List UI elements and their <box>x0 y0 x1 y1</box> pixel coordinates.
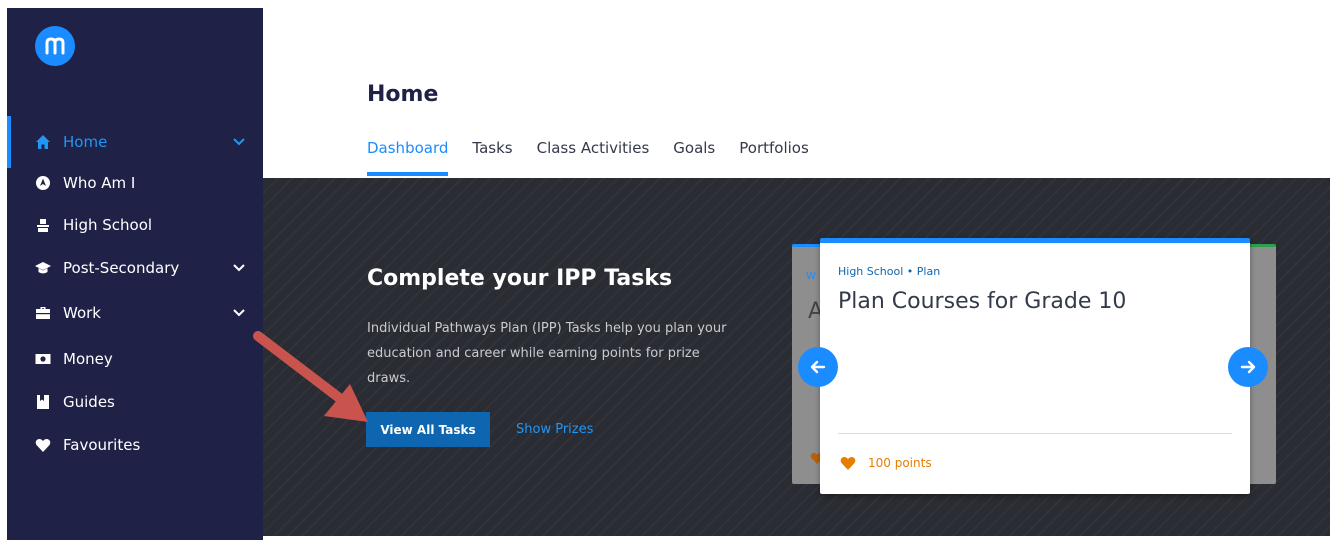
hero-description: Individual Pathways Plan (IPP) Tasks hel… <box>367 321 727 386</box>
chevron-down-icon[interactable] <box>233 136 245 148</box>
tab-dashboard[interactable]: Dashboard <box>367 139 449 179</box>
active-indicator <box>7 116 11 168</box>
show-prizes-link[interactable]: Show Prizes <box>516 422 593 437</box>
graduation-cap-icon <box>35 260 51 276</box>
tab-portfolios[interactable]: Portfolios <box>739 139 809 179</box>
sidebar-item-home[interactable]: Home <box>35 130 107 154</box>
card-title: Plan Courses for Grade 10 <box>838 289 1127 314</box>
card-points: 100 points <box>840 456 932 470</box>
sidebar-item-guides[interactable]: Guides <box>35 390 115 414</box>
sidebar-item-label: Work <box>63 304 101 322</box>
sidebar-item-label: High School <box>63 216 153 234</box>
carousel-prev-button[interactable] <box>798 347 838 387</box>
card-divider <box>838 433 1232 434</box>
tab-class-activities[interactable]: Class Activities <box>537 139 650 179</box>
sidebar-item-favourites[interactable]: Favourites <box>35 433 140 457</box>
tab-goals[interactable]: Goals <box>673 139 715 179</box>
task-card[interactable]: High School • Plan Plan Courses for Grad… <box>820 238 1250 494</box>
chevron-down-icon[interactable] <box>233 262 245 274</box>
home-icon <box>35 134 51 150</box>
compass-icon <box>35 175 51 191</box>
view-all-tasks-button[interactable]: View All Tasks <box>366 412 490 447</box>
briefcase-icon <box>35 305 51 321</box>
sidebar-item-who-am-i[interactable]: Who Am I <box>35 171 135 195</box>
annotation-arrow <box>253 331 368 422</box>
sidebar-item-label: Who Am I <box>63 174 136 192</box>
book-icon <box>35 394 51 410</box>
heart-icon <box>840 456 856 470</box>
sidebar: Home Who Am I High School Post-Secondary… <box>7 8 263 540</box>
logo-icon <box>45 37 65 55</box>
logo[interactable] <box>35 26 75 66</box>
tab-tasks[interactable]: Tasks <box>472 139 512 179</box>
points-label: 100 points <box>868 456 932 470</box>
sidebar-item-label: Post-Secondary <box>63 259 180 277</box>
hero-title: Complete your IPP Tasks <box>367 266 673 291</box>
sidebar-item-money[interactable]: Money <box>35 347 113 371</box>
card-category: W <box>806 271 816 282</box>
arrow-right-icon <box>1240 360 1256 374</box>
sidebar-item-label: Home <box>63 133 108 151</box>
sidebar-item-label: Guides <box>63 393 115 411</box>
arrow-left-icon <box>810 360 826 374</box>
chevron-down-icon[interactable] <box>233 307 245 319</box>
sidebar-item-post-secondary[interactable]: Post-Secondary <box>35 256 179 280</box>
sidebar-item-work[interactable]: Work <box>35 301 101 325</box>
sidebar-item-label: Favourites <box>63 436 141 454</box>
carousel-next-button[interactable] <box>1228 347 1268 387</box>
sidebar-item-high-school[interactable]: High School <box>35 213 152 237</box>
money-icon <box>35 351 51 367</box>
sidebar-item-label: Money <box>63 350 113 368</box>
school-icon <box>35 217 51 233</box>
tab-bar: Dashboard Tasks Class Activities Goals P… <box>367 139 833 179</box>
heart-icon <box>35 437 51 453</box>
page-title: Home <box>367 82 439 107</box>
card-category: High School • Plan <box>838 265 941 278</box>
hero-banner: Complete your IPP Tasks Individual Pathw… <box>263 178 1330 536</box>
